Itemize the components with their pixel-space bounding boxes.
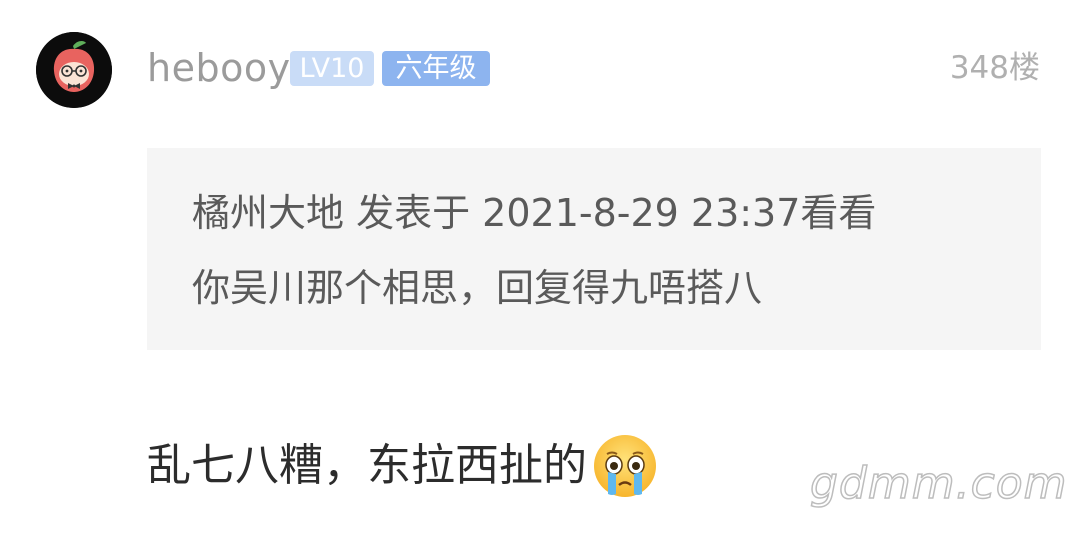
quote-block: 橘州大地 发表于 2021-8-29 23:37看看 你吴川那个相思，回复得九唔… xyxy=(147,148,1041,350)
reply-text: 乱七八糟，东拉西扯的 xyxy=(147,440,587,491)
level-badge: LV10 xyxy=(290,51,374,86)
crying-face-emoji-icon xyxy=(594,435,656,497)
floor-number: 348楼 xyxy=(949,50,1040,86)
cartoon-peach-avatar-icon xyxy=(36,32,112,108)
grade-badge: 六年级 xyxy=(382,51,490,86)
reply-content: 乱七八糟，东拉西扯的 xyxy=(147,435,659,497)
quote-line-2: 你吴川那个相思，回复得九唔搭八 xyxy=(192,266,763,310)
avatar[interactable] xyxy=(36,32,112,108)
username[interactable]: hebooy xyxy=(147,44,291,92)
watermark: gdmm.com xyxy=(809,457,1068,510)
quote-line-1: 橘州大地 发表于 2021-8-29 23:37看看 xyxy=(192,191,877,235)
